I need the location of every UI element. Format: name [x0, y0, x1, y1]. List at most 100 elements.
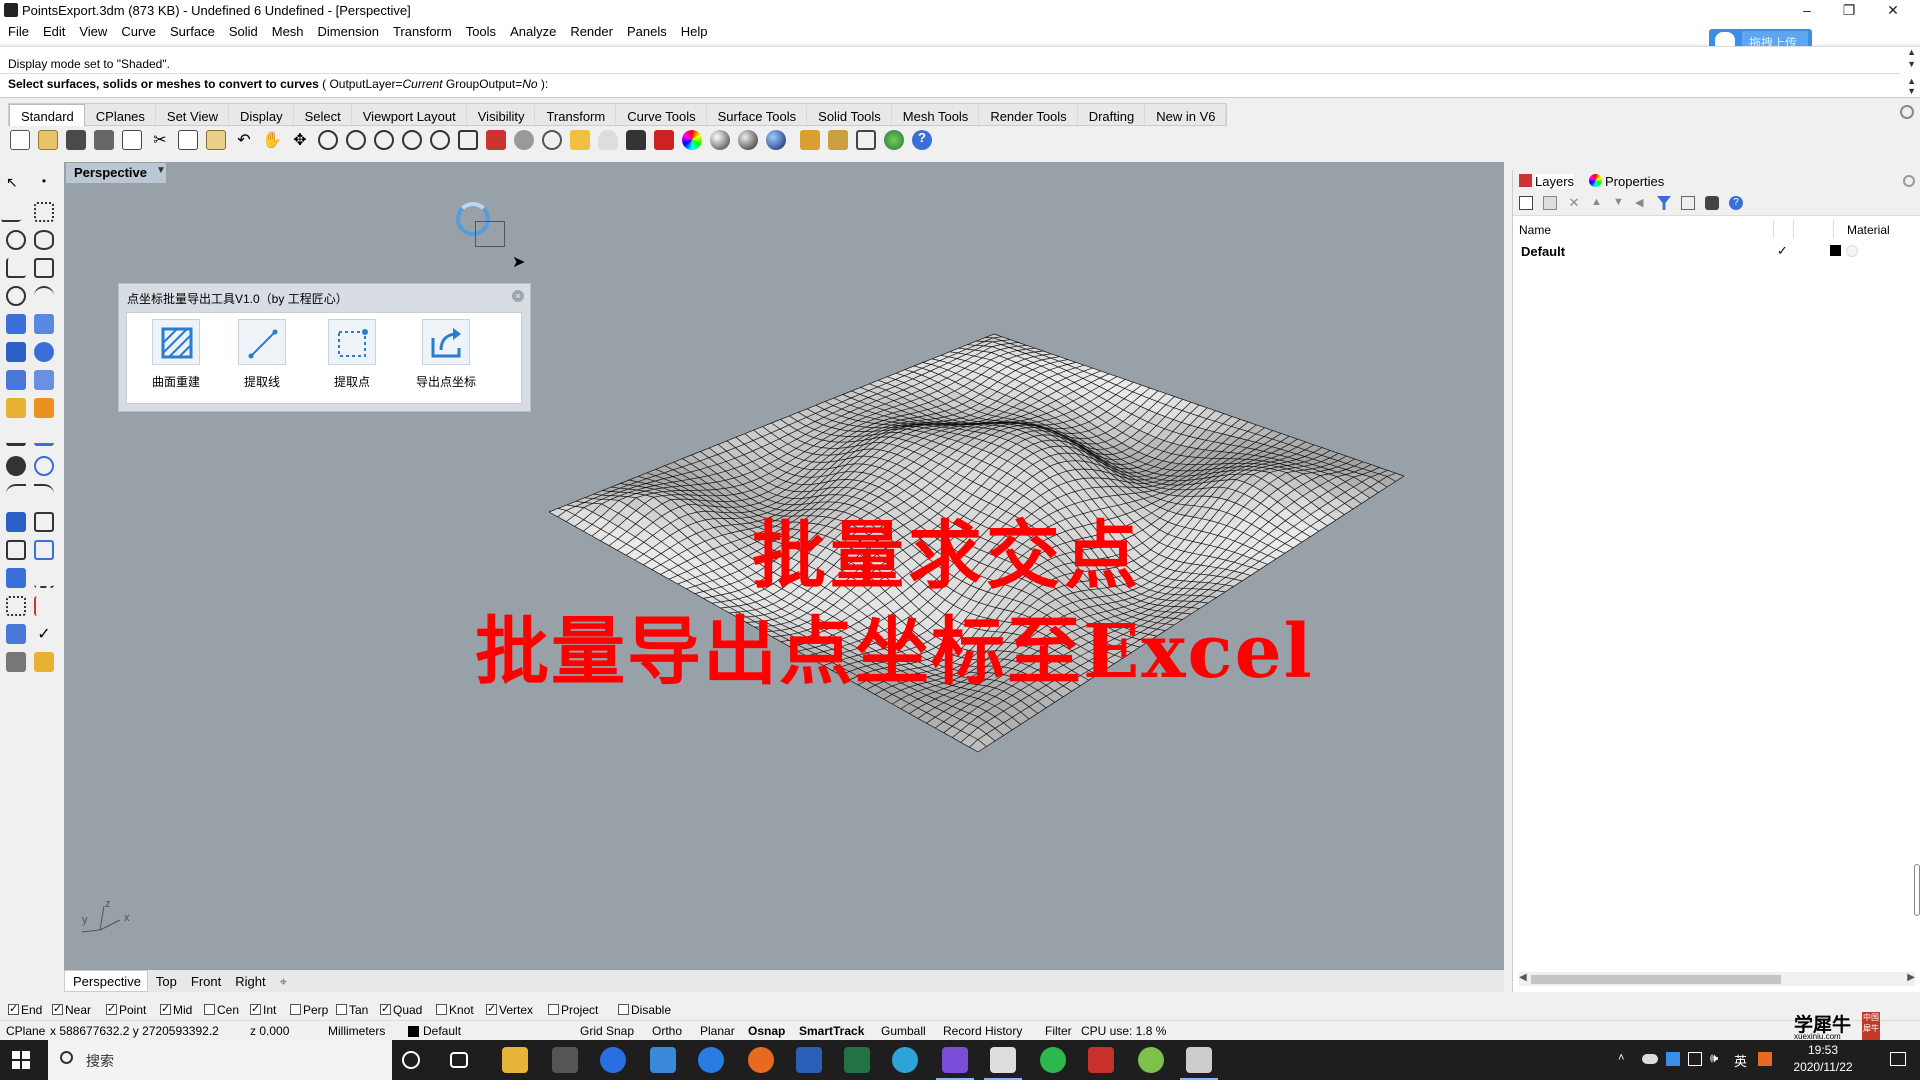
scale-icon[interactable] — [34, 568, 54, 588]
copy-tool-icon[interactable] — [34, 540, 54, 560]
command-scroll-up-icon[interactable]: ▲ — [1907, 47, 1916, 57]
baidu-tray-icon[interactable] — [1666, 1052, 1680, 1066]
osnap-end[interactable]: End — [8, 1002, 42, 1017]
video-app-icon[interactable] — [1088, 1047, 1114, 1073]
toolbar-options-gear-icon[interactable] — [1900, 105, 1914, 119]
visual-studio-icon[interactable] — [936, 1047, 974, 1080]
block-icon[interactable] — [34, 426, 54, 446]
paste-icon[interactable] — [206, 130, 226, 150]
menu-render[interactable]: Render — [562, 22, 619, 39]
tab-viewport-layout[interactable]: Viewport Layout — [352, 105, 467, 127]
tray-expand-icon[interactable]: ˄ — [1618, 1052, 1624, 1064]
word-icon[interactable] — [796, 1047, 822, 1073]
tools-icon[interactable] — [1705, 196, 1719, 210]
cplane-icon[interactable] — [486, 130, 506, 150]
osnap-perp[interactable]: Perp — [290, 1003, 328, 1017]
fillet-icon[interactable] — [6, 484, 26, 504]
menu-panels[interactable]: Panels — [619, 22, 673, 39]
prompt-scroll-down-icon[interactable]: ▼ — [1907, 86, 1916, 96]
loft-icon[interactable] — [34, 314, 54, 334]
sogou-icon[interactable] — [698, 1047, 724, 1073]
four-viewports-icon[interactable] — [458, 130, 478, 150]
notification-icon[interactable] — [1890, 1052, 1906, 1066]
prompt-scroll-up-icon[interactable]: ▲ — [1907, 76, 1916, 86]
menu-solid[interactable]: Solid — [221, 22, 264, 39]
osnap-checkbox[interactable] — [486, 1002, 497, 1015]
wechat-icon[interactable] — [1040, 1047, 1066, 1073]
windows-start-icon[interactable] — [12, 1051, 30, 1069]
save-icon[interactable] — [66, 130, 86, 150]
planar-toggle[interactable]: Planar — [700, 1024, 735, 1038]
car-view-icon[interactable] — [514, 130, 534, 150]
restore-button[interactable]: ❐ — [1826, 0, 1872, 22]
tab-select[interactable]: Select — [294, 105, 352, 127]
tab-render-tools[interactable]: Render Tools — [979, 105, 1078, 127]
osnap-checkbox[interactable] — [380, 1002, 391, 1015]
tab-mesh-tools[interactable]: Mesh Tools — [892, 105, 980, 127]
boolean-union-icon[interactable] — [6, 456, 26, 476]
globe-icon[interactable] — [884, 130, 904, 150]
osnap-checkbox[interactable] — [52, 1002, 63, 1015]
color-wheel-icon[interactable] — [682, 130, 702, 150]
osnap-checkbox[interactable] — [618, 1004, 629, 1015]
cortana-icon[interactable] — [402, 1051, 420, 1069]
add-viewport-tab-icon[interactable]: ⌖ — [272, 971, 293, 993]
smarttrack-toggle[interactable]: SmartTrack — [799, 1024, 864, 1038]
viewport-tab-perspective[interactable]: Perspective — [64, 970, 148, 992]
edge-icon[interactable] — [892, 1047, 918, 1073]
surface-rebuild-button[interactable]: 曲面重建 — [141, 319, 211, 390]
group-output-option[interactable]: No — [522, 77, 537, 91]
shaded-sphere-icon[interactable] — [710, 130, 730, 150]
scroll-right-icon[interactable]: ▶ — [1907, 972, 1915, 983]
osnap-knot[interactable]: Knot — [436, 1003, 474, 1017]
record-history-toggle[interactable]: Record History — [943, 1024, 1022, 1038]
properties-icon[interactable] — [654, 130, 674, 150]
light-icon[interactable] — [6, 398, 26, 418]
rotate-icon[interactable] — [6, 568, 26, 588]
status-cplane[interactable]: CPlane — [6, 1024, 45, 1038]
status-units[interactable]: Millimeters — [328, 1024, 385, 1038]
named-views-icon[interactable] — [542, 130, 562, 150]
new-sublayer-icon[interactable] — [1543, 196, 1557, 210]
app-l-icon[interactable] — [600, 1047, 626, 1073]
menu-analyze[interactable]: Analyze — [502, 22, 562, 39]
rotate-view-icon[interactable]: ✥ — [290, 130, 310, 150]
move-up-icon[interactable]: ▲ — [1591, 196, 1605, 210]
excel-icon[interactable] — [844, 1047, 870, 1073]
command-scroll-down-icon[interactable]: ▼ — [1907, 59, 1916, 69]
taskbar-search-box[interactable]: 搜索 — [48, 1040, 392, 1080]
osnap-tan[interactable]: Tan — [336, 1003, 368, 1017]
tab-drafting[interactable]: Drafting — [1078, 105, 1146, 127]
gumball-toggle[interactable]: Gumball — [881, 1024, 926, 1038]
material-icon[interactable] — [34, 652, 54, 672]
lock-icon[interactable] — [626, 130, 646, 150]
layer-color-swatch[interactable] — [1830, 245, 1841, 256]
viewport-tab-front[interactable]: Front — [183, 971, 227, 993]
osnap-quad[interactable]: Quad — [380, 1002, 422, 1017]
open-folder-icon[interactable] — [38, 130, 58, 150]
surface-icon[interactable] — [6, 314, 26, 334]
ellipse-icon[interactable] — [34, 230, 54, 250]
tab-standard[interactable]: Standard — [9, 104, 85, 126]
layer-material-swatch[interactable] — [1846, 245, 1858, 257]
menu-mesh[interactable]: Mesh — [264, 22, 310, 39]
analyze-icon[interactable] — [6, 624, 26, 644]
osnap-project[interactable]: Project — [548, 1003, 598, 1017]
move-down-icon[interactable]: ▼ — [1613, 196, 1627, 210]
zoom-extents-icon[interactable] — [374, 130, 394, 150]
undo-view-icon[interactable] — [430, 130, 450, 150]
tab-display[interactable]: Display — [229, 105, 294, 127]
clock[interactable]: 19:53 2020/11/22 — [1788, 1042, 1858, 1076]
extract-point-button[interactable]: 提取点 — [317, 319, 387, 390]
osnap-cen[interactable]: Cen — [204, 1003, 239, 1017]
tab-curve-tools[interactable]: Curve Tools — [616, 105, 707, 127]
tab-set-view[interactable]: Set View — [156, 105, 229, 127]
panel-gear-icon[interactable] — [1903, 175, 1915, 187]
osnap-checkbox[interactable] — [250, 1002, 261, 1015]
undo-icon[interactable]: ↶ — [234, 130, 254, 150]
rhino6-taskbar-icon[interactable] — [1180, 1047, 1218, 1080]
layers-help-icon[interactable]: ? — [1729, 196, 1743, 210]
ime-indicator[interactable]: 英 — [1734, 1051, 1747, 1070]
menu-tools[interactable]: Tools — [458, 22, 502, 39]
osnap-checkbox[interactable] — [548, 1004, 559, 1015]
